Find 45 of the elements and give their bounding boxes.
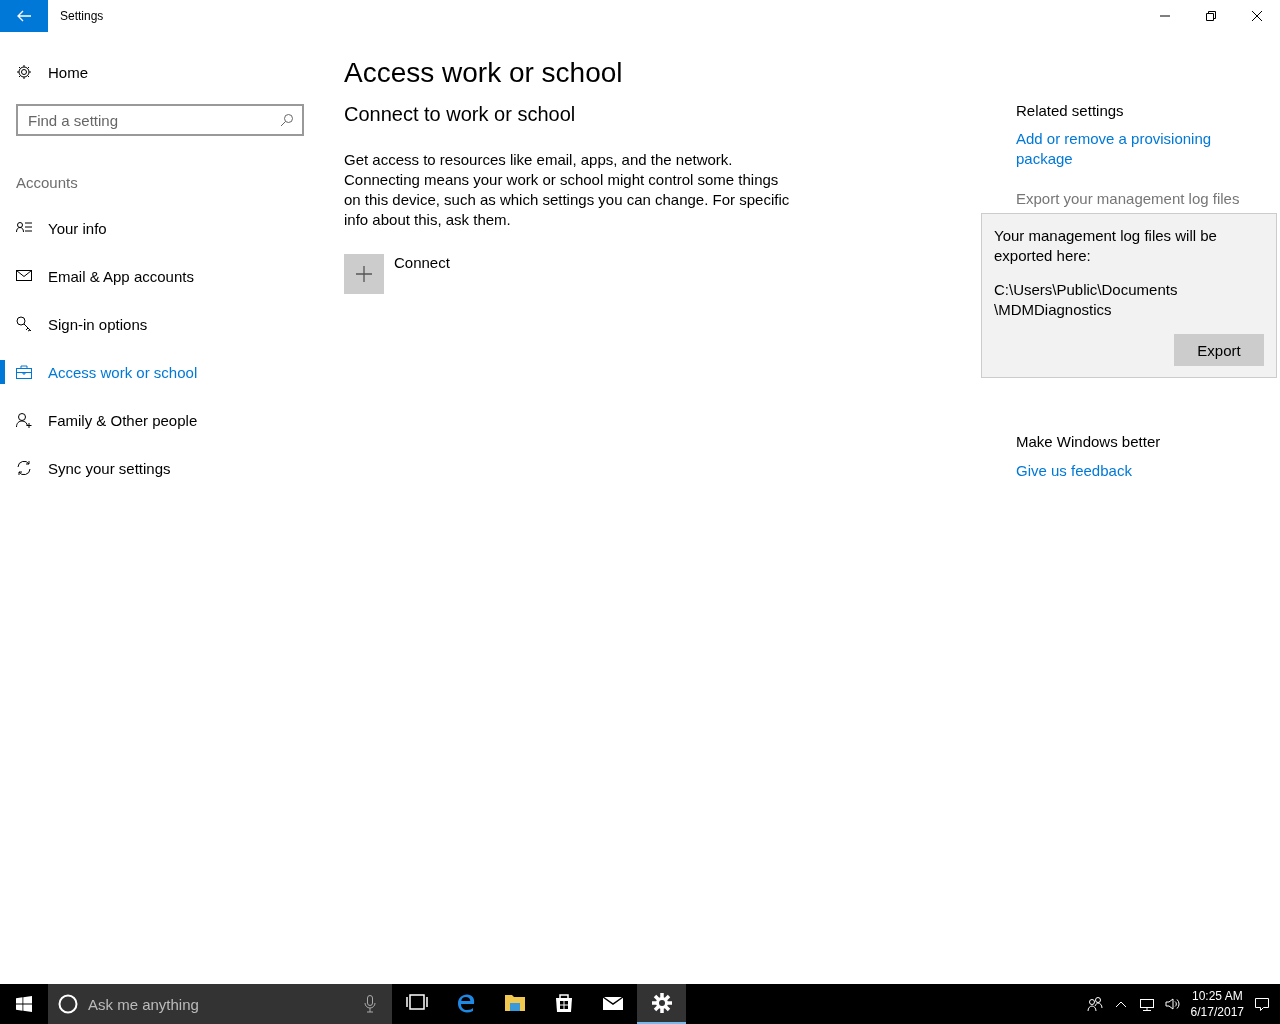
restore-icon [1206, 11, 1216, 21]
provisioning-link[interactable]: Add or remove a provisioning package [1016, 129, 1226, 169]
search-icon [280, 113, 294, 127]
person-plus-icon [16, 412, 32, 428]
people-icon [1086, 996, 1103, 1012]
nav-item[interactable]: Sign-in options [0, 300, 320, 348]
volume-icon[interactable] [1164, 996, 1181, 1012]
back-arrow-icon [16, 8, 32, 24]
export-button[interactable]: Export [1174, 334, 1264, 366]
taskbar-app[interactable] [637, 984, 686, 1024]
sync-icon [16, 460, 32, 476]
plus-icon [356, 266, 372, 282]
page-title: Access work or school [344, 56, 624, 90]
window-title: Settings [60, 9, 105, 23]
envelope-icon [16, 268, 32, 284]
nav-item[interactable]: Sync your settings [0, 444, 320, 492]
gear-icon [16, 64, 32, 80]
clock[interactable]: 10:25 AM 6/17/2017 [1190, 988, 1244, 1020]
description: Get access to resources like email, apps, and the network. Connecting means your work or school might control some things on this device, such as which settings you can change. For specific info about this, ask them. [344, 150, 791, 230]
key-icon [16, 316, 32, 332]
export-logs-link[interactable]: Export your management log files [1016, 189, 1240, 209]
notification-icon[interactable] [1254, 996, 1270, 1012]
gear-icon [649, 991, 674, 1015]
microphone-icon [364, 995, 376, 1013]
nav-item[interactable]: Your info [0, 204, 320, 252]
circle-icon [58, 994, 78, 1014]
nav-item[interactable]: Access work or school [0, 348, 320, 396]
nav-item[interactable]: Family & Other people [0, 396, 320, 444]
network-icon[interactable] [1138, 996, 1155, 1012]
section-label: Accounts [16, 174, 79, 193]
related-heading: Related settings [1016, 101, 1125, 121]
export-path: C:\Users\Public\Documents \MDMDiagnostics [994, 280, 1179, 320]
section-heading: Connect to work or school [344, 102, 577, 127]
windows-logo-icon [16, 996, 32, 1012]
back-button[interactable] [0, 0, 48, 32]
taskbar-search-field[interactable]: Ask me anything [48, 984, 392, 1024]
nav-item[interactable]: Email & App accounts [0, 252, 320, 300]
home-link[interactable]: Home [0, 58, 320, 86]
feedback-link[interactable]: Give us feedback [1016, 461, 1226, 481]
close-icon [1252, 11, 1262, 21]
feedback-heading: Make Windows better [1016, 432, 1162, 452]
connect-button[interactable]: Connect [344, 254, 450, 294]
search-field[interactable]: Find a setting [16, 104, 304, 136]
briefcase-icon [16, 364, 32, 380]
flyout-message: Your management log files will be exported here: [994, 226, 1218, 266]
